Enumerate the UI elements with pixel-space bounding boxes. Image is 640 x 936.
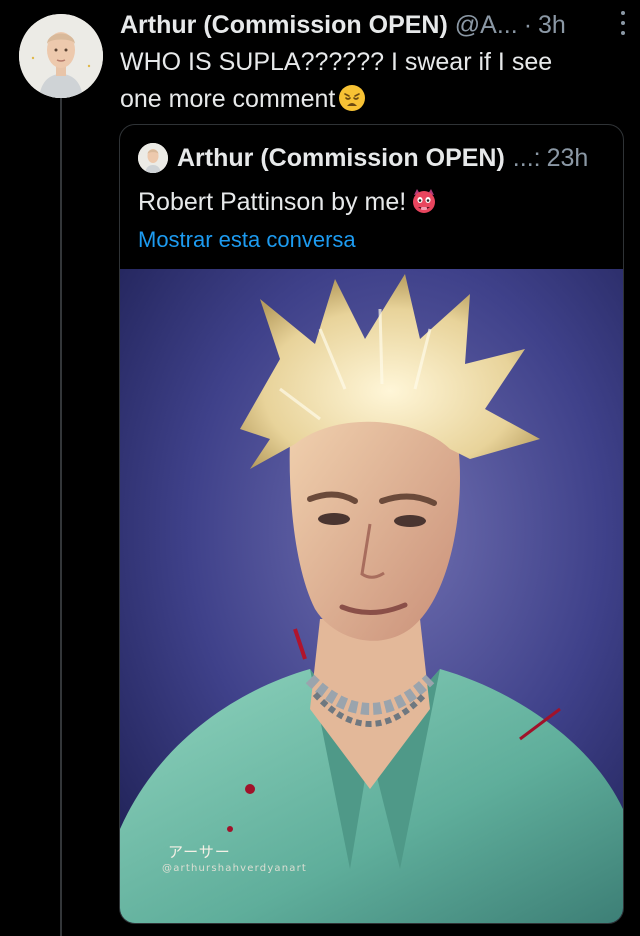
thread-connector-line — [60, 98, 62, 936]
quoted-handle-truncated: ...: — [512, 144, 541, 172]
quoted-author-name: Arthur (Commission OPEN) — [177, 144, 505, 172]
quoted-tweet-text-content: Robert Pattinson by me! — [138, 188, 407, 216]
artwork-image[interactable]: アーサー @arthurshahverdyanart — [120, 269, 623, 923]
artist-watermark: @arthurshahverdyanart — [162, 863, 308, 874]
quoted-tweet-card[interactable]: Arthur (Commission OPEN) ...: 23h Robert… — [119, 124, 624, 924]
quoted-author-avatar — [138, 143, 168, 173]
tweet-text: WHO IS SUPLA?????? I swear if I see one … — [120, 44, 590, 118]
tweet-header: Arthur (Commission OPEN) @A... · 3h — [120, 8, 630, 42]
quoted-tweet-text: Robert Pattinson by me! — [138, 185, 438, 219]
tweet-text-content: WHO IS SUPLA?????? I swear if I see one … — [120, 48, 553, 113]
author-name[interactable]: Arthur (Commission OPEN) — [120, 8, 448, 42]
tweet[interactable]: Arthur (Commission OPEN) @A... · 3h WHO … — [120, 8, 630, 118]
tweet-timestamp[interactable]: 3h — [538, 8, 566, 42]
weary-face-icon — [339, 85, 366, 111]
author-avatar[interactable] — [19, 14, 103, 98]
author-handle[interactable]: @A... — [455, 8, 518, 42]
quoted-timestamp: 23h — [546, 144, 589, 172]
artist-signature: アーサー — [168, 843, 231, 861]
separator-dot: · — [523, 11, 533, 39]
more-options-icon[interactable] — [616, 8, 630, 38]
quoted-tweet-header: Arthur (Commission OPEN) ...: 23h — [138, 141, 588, 175]
show-thread-link[interactable]: Mostrar esta conversa — [138, 225, 356, 255]
hot-face-demon-icon — [410, 187, 438, 215]
